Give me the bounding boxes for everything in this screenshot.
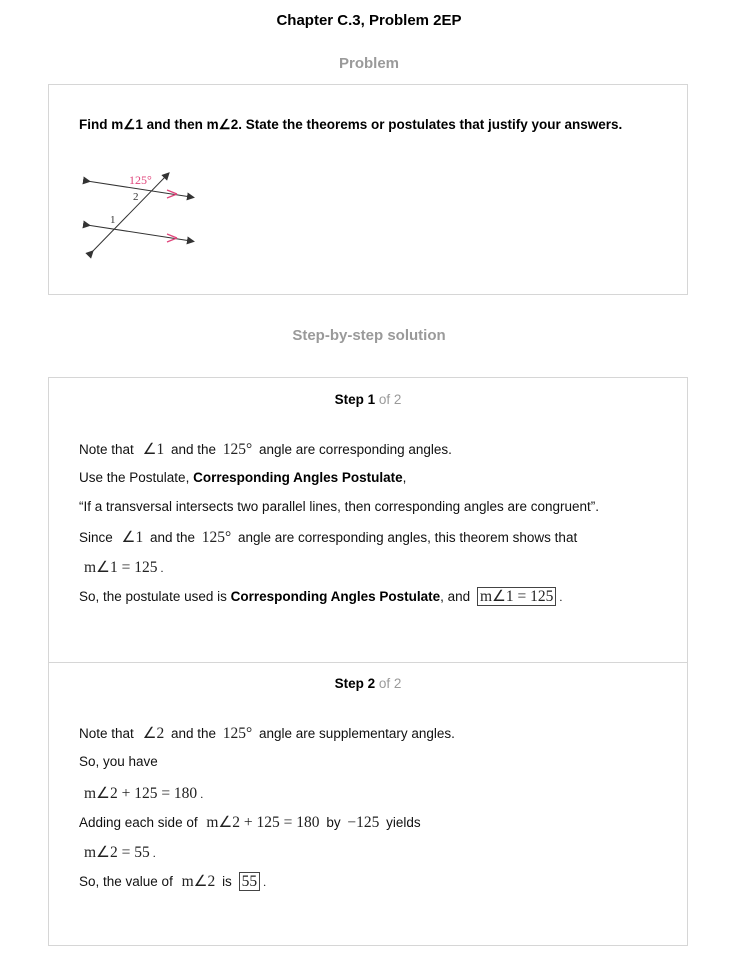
angle-label-1: 1 — [110, 214, 116, 226]
equation: m∠2 + 125 = 180 — [84, 785, 198, 802]
step-1-line-1: Note that ∠1 and the 125° angle are corr… — [79, 441, 452, 458]
parallel-lines-figure: 125° 2 1 — [82, 172, 195, 259]
step-2-line-3: m∠2 + 125 = 180. — [84, 785, 204, 802]
step-1-header: Step 1 of 2 — [49, 392, 687, 407]
problem-box: Find m∠1 and then m∠2. State the theorem… — [48, 84, 688, 295]
step-2-line-1: Note that ∠2 and the 125° angle are supp… — [79, 725, 455, 742]
solution-heading: Step-by-step solution — [292, 327, 446, 344]
step-1-line-3: “If a transversal intersects two paralle… — [79, 499, 600, 514]
problem-heading: Problem — [338, 55, 399, 72]
step-1-line-2: Use the Postulate, Corresponding Angles … — [79, 470, 407, 485]
step-2-line-4: Adding each side of m∠2 + 125 = 180 by −… — [79, 814, 421, 831]
step-1-line-4: Since ∠1 and the 125° angle are correspo… — [79, 529, 578, 546]
step-divider — [49, 662, 687, 663]
angle-1-math: ∠1 — [142, 441, 165, 458]
step-2-line-6: So, the value of m∠2 is 55. — [79, 872, 267, 891]
angle-125-math: 125° — [222, 441, 253, 458]
step-label: Step — [334, 392, 364, 407]
answer-box: 55 — [238, 872, 261, 891]
solution-box: Step 1 of 2 Note that ∠1 and the 125° an… — [48, 377, 688, 946]
step-2-header: Step 2 of 2 — [49, 676, 687, 691]
step-1-line-6: So, the postulate used is Corresponding … — [79, 587, 563, 606]
angle-label-2: 2 — [133, 191, 139, 203]
problem-statement: Find m∠1 and then m∠2. State the theorem… — [79, 117, 623, 132]
step-number: 2 — [367, 676, 376, 691]
equation: m∠1 = 125 — [84, 559, 158, 576]
equation: m∠2 = 55 — [84, 844, 150, 861]
step-of-total: of 2 — [378, 392, 402, 407]
step-number: 1 — [367, 392, 376, 407]
page-title: Chapter C.3, Problem 2EP — [276, 12, 462, 29]
answer-box: m∠1 = 125 — [476, 587, 557, 606]
step-label: Step — [334, 676, 364, 691]
step-of-total: of 2 — [378, 676, 402, 691]
step-2-line-5: m∠2 = 55. — [84, 844, 156, 861]
step-1-line-5: m∠1 = 125. — [84, 559, 164, 576]
step-2-line-2: So, you have — [79, 754, 158, 769]
angle-label-125: 125° — [129, 173, 152, 187]
